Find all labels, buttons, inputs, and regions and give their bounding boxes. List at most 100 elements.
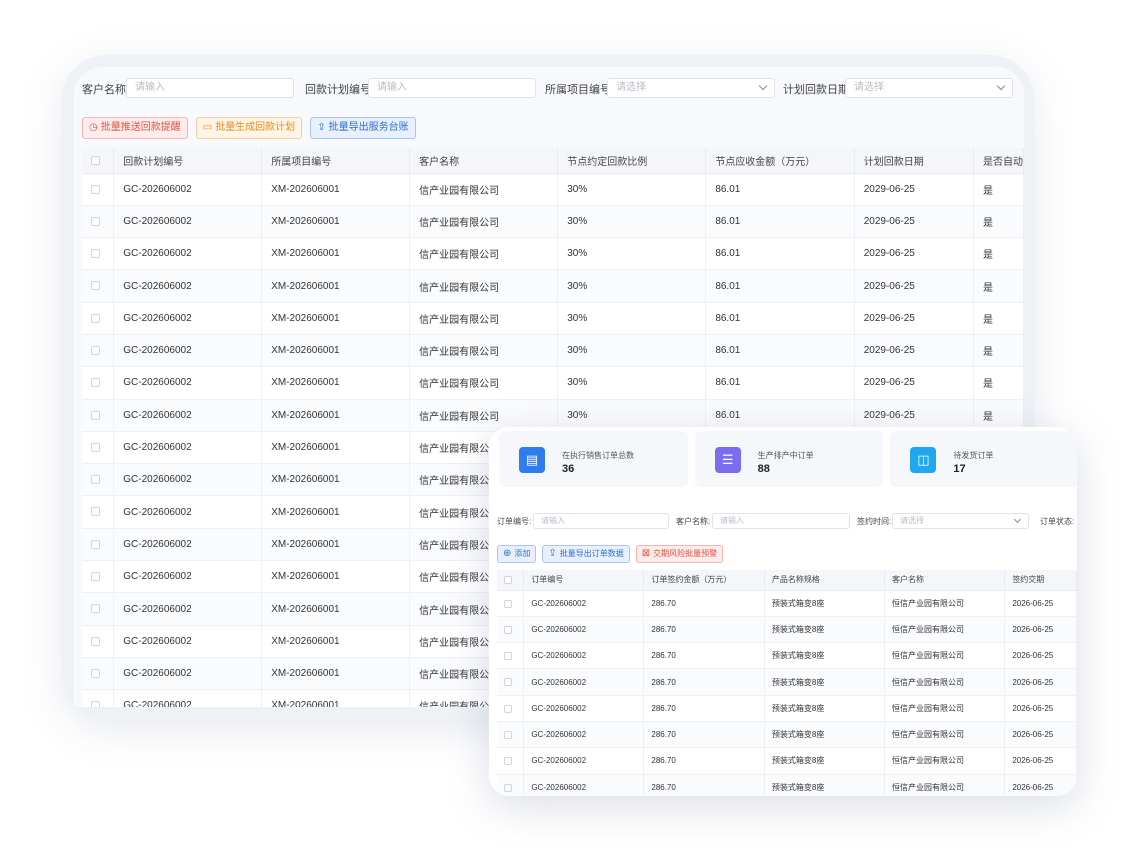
row-select-cell[interactable] bbox=[497, 721, 525, 749]
plan-no-link[interactable]: GC-202606002 bbox=[523, 668, 645, 696]
table-row[interactable]: GC-202606002 XM-202606001 信产业园有限公司 30% 86.01… bbox=[82, 173, 1024, 206]
select-all-checkbox[interactable] bbox=[91, 155, 100, 165]
customer-name-input[interactable]: 请输入 bbox=[712, 513, 850, 529]
row-select-cell[interactable] bbox=[82, 205, 115, 239]
row-checkbox[interactable] bbox=[91, 410, 100, 420]
row-select-cell[interactable] bbox=[82, 302, 115, 335]
row-select-cell[interactable] bbox=[82, 269, 115, 303]
row-select-cell[interactable] bbox=[82, 431, 115, 465]
row-checkbox[interactable] bbox=[91, 313, 100, 323]
plan-no-link[interactable]: GC-202606002 bbox=[113, 463, 263, 497]
plan-no-link[interactable]: GC-202606002 bbox=[113, 495, 263, 529]
column-header[interactable]: 所属项目编号 bbox=[261, 148, 411, 174]
row-checkbox[interactable] bbox=[91, 345, 100, 355]
plan-no-link[interactable]: GC-202606002 bbox=[523, 721, 645, 749]
table-row[interactable]: GC-202606002 286.70 预装式箱变8座 恒信产业园有限公司 2026-0… bbox=[497, 695, 1077, 722]
plan-no-link[interactable]: GC-202606002 bbox=[113, 625, 263, 658]
row-select-cell[interactable] bbox=[82, 399, 115, 432]
row-select-cell[interactable] bbox=[82, 625, 115, 658]
row-select-cell[interactable] bbox=[497, 616, 525, 644]
plan-no-link[interactable]: GC-202606002 bbox=[523, 774, 645, 796]
table-row[interactable]: GC-202606002 XM-202606001 信产业园有限公司 30% 86.01… bbox=[82, 302, 1024, 335]
select-all-cell[interactable] bbox=[497, 570, 525, 591]
plan-no-link[interactable]: GC-202606002 bbox=[113, 302, 263, 335]
row-select-cell[interactable] bbox=[82, 495, 115, 529]
plan-no-link[interactable]: GC-202606002 bbox=[113, 560, 263, 594]
row-checkbox[interactable] bbox=[91, 216, 100, 226]
row-checkbox[interactable] bbox=[504, 704, 512, 713]
row-checkbox[interactable] bbox=[504, 678, 512, 687]
row-checkbox[interactable] bbox=[91, 539, 100, 549]
customer-name-input[interactable]: 请输入 bbox=[126, 78, 294, 98]
row-select-cell[interactable] bbox=[82, 528, 115, 562]
row-select-cell[interactable] bbox=[82, 689, 115, 707]
row-select-cell[interactable] bbox=[82, 173, 115, 206]
plan-no-link[interactable]: GC-202606002 bbox=[113, 528, 263, 562]
plan-no-link[interactable]: GC-202606002 bbox=[113, 366, 263, 400]
row-checkbox[interactable] bbox=[91, 701, 100, 707]
plan-no-link[interactable]: GC-202606002 bbox=[113, 269, 263, 303]
table-row[interactable]: GC-202606002 XM-202606001 信产业园有限公司 30% 86.01… bbox=[82, 237, 1024, 271]
project-no-select[interactable]: 请选择 bbox=[607, 78, 775, 98]
add-button[interactable]: ⊕ 添加 bbox=[497, 545, 537, 563]
plan-no-link[interactable]: GC-202606002 bbox=[113, 689, 263, 707]
table-row[interactable]: GC-202606002 286.70 预装式箱变8座 恒信产业园有限公司 2026-0… bbox=[497, 774, 1077, 796]
row-checkbox[interactable] bbox=[504, 625, 512, 634]
plan-no-link[interactable]: GC-202606002 bbox=[113, 592, 263, 626]
row-select-cell[interactable] bbox=[82, 560, 115, 594]
table-row[interactable]: GC-202606002 XM-202606001 信产业园有限公司 30% 86.01… bbox=[82, 205, 1024, 239]
column-header[interactable]: 节点约定回款比例 bbox=[557, 148, 707, 174]
table-row[interactable]: GC-202606002 286.70 预装式箱变8座 恒信产业园有限公司 2026-0… bbox=[497, 747, 1077, 775]
row-select-cell[interactable] bbox=[82, 366, 115, 400]
plan-no-link[interactable]: GC-202606002 bbox=[523, 747, 645, 775]
row-select-cell[interactable] bbox=[497, 747, 525, 775]
select-all-checkbox[interactable] bbox=[504, 576, 512, 585]
plan-no-link[interactable]: GC-202606002 bbox=[113, 399, 263, 432]
column-header[interactable]: 订单签约金额（万元） bbox=[643, 570, 765, 591]
table-row[interactable]: GC-202606002 XM-202606001 信产业园有限公司 30% 86.01… bbox=[82, 334, 1024, 368]
row-select-cell[interactable] bbox=[497, 774, 525, 796]
row-select-cell[interactable] bbox=[497, 642, 525, 670]
batch-generate-button[interactable]: ▭ 批量生成回款计划 bbox=[195, 117, 303, 139]
plan-no-link[interactable]: GC-202606002 bbox=[113, 657, 263, 691]
row-checkbox[interactable] bbox=[504, 783, 512, 792]
column-header[interactable]: 订单编号 bbox=[523, 570, 645, 591]
row-checkbox[interactable] bbox=[504, 757, 512, 766]
table-row[interactable]: GC-202606002 286.70 预装式箱变8座 恒信产业园有限公司 2026-0… bbox=[497, 721, 1077, 749]
column-header[interactable]: 客户名称 bbox=[409, 148, 559, 174]
column-header[interactable]: 产品名称规格 bbox=[764, 570, 885, 591]
batch-remind-button[interactable]: ◷ 批量推送回款提醒 bbox=[82, 117, 188, 139]
column-header[interactable]: 签约交期 bbox=[1004, 570, 1077, 591]
row-checkbox[interactable] bbox=[91, 507, 100, 517]
order-no-input[interactable]: 请输入 bbox=[533, 513, 669, 529]
plan-no-link[interactable]: GC-202606002 bbox=[113, 237, 263, 271]
table-row[interactable]: GC-202606002 286.70 预装式箱变8座 恒信产业园有限公司 2026-0… bbox=[497, 668, 1077, 696]
row-checkbox[interactable] bbox=[504, 599, 512, 608]
column-header[interactable]: 是否自动 bbox=[973, 148, 1024, 174]
plan-no-link[interactable]: GC-202606002 bbox=[523, 616, 645, 644]
row-select-cell[interactable] bbox=[82, 463, 115, 497]
row-select-cell[interactable] bbox=[497, 695, 525, 722]
row-select-cell[interactable] bbox=[82, 237, 115, 271]
plan-no-link[interactable]: GC-202606002 bbox=[523, 590, 645, 617]
row-checkbox[interactable] bbox=[504, 652, 512, 661]
row-select-cell[interactable] bbox=[82, 334, 115, 368]
table-row[interactable]: GC-202606002 286.70 预装式箱变8座 恒信产业园有限公司 2026-0… bbox=[497, 616, 1077, 644]
plan-no-link[interactable]: GC-202606002 bbox=[113, 334, 263, 368]
row-checkbox[interactable] bbox=[91, 604, 100, 614]
plan-no-link[interactable]: GC-202606002 bbox=[113, 173, 263, 206]
column-header[interactable]: 回款计划编号 bbox=[113, 148, 263, 174]
batch-export-button[interactable]: ⇪ 批量导出服务台账 bbox=[310, 117, 416, 139]
column-header[interactable]: 客户名称 bbox=[884, 570, 1006, 591]
row-checkbox[interactable] bbox=[91, 636, 100, 646]
row-checkbox[interactable] bbox=[504, 731, 512, 740]
sign-time-select[interactable]: 请选择 bbox=[892, 513, 1029, 529]
table-row[interactable]: GC-202606002 XM-202606001 信产业园有限公司 30% 86.01… bbox=[82, 269, 1024, 303]
table-row[interactable]: GC-202606002 286.70 预装式箱变8座 恒信产业园有限公司 2026-0… bbox=[497, 590, 1077, 617]
select-all-cell[interactable] bbox=[82, 148, 115, 174]
table-row[interactable]: GC-202606002 286.70 预装式箱变8座 恒信产业园有限公司 2026-0… bbox=[497, 642, 1077, 670]
column-header[interactable]: 计划回款日期 bbox=[854, 148, 974, 174]
plan-no-link[interactable]: GC-202606002 bbox=[523, 695, 645, 722]
row-checkbox[interactable] bbox=[91, 184, 100, 194]
row-checkbox[interactable] bbox=[91, 249, 100, 259]
